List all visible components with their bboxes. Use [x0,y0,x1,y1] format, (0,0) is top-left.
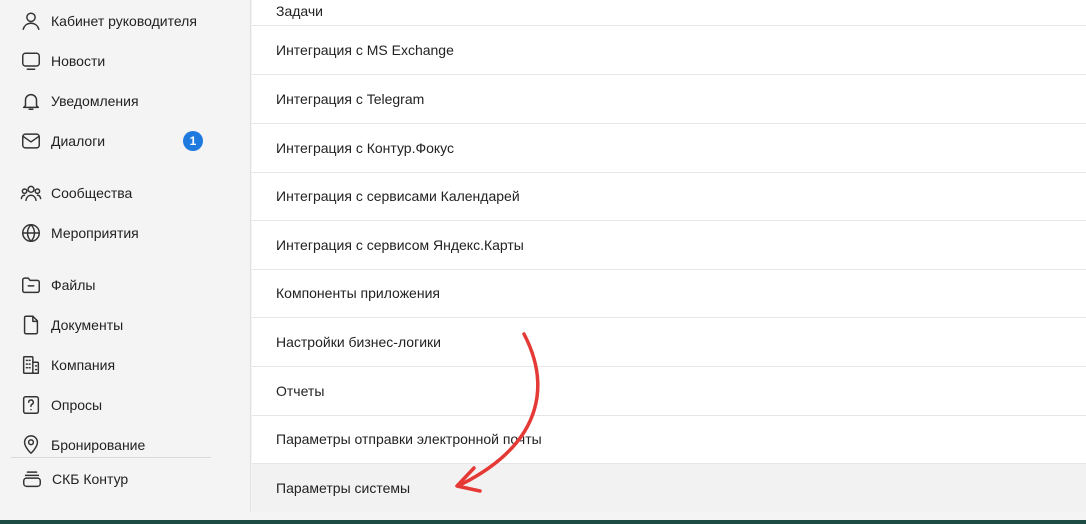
sidebar-item-dialogs[interactable]: Диалоги 1 [19,127,239,155]
bell-icon [19,89,43,113]
settings-row-label: Параметры системы [276,480,411,496]
settings-row-app-components[interactable]: Компоненты приложения [252,269,1086,318]
sidebar-item-booking[interactable]: Бронирование [19,431,239,459]
settings-row-ms-exchange[interactable]: Интеграция с MS Exchange [252,26,1086,75]
settings-row-label: Настройки бизнес-логики [276,334,441,350]
settings-row-tasks[interactable]: Задачи [252,0,1086,26]
settings-row-yandex-maps[interactable]: Интеграция с сервисом Яндекс.Карты [252,221,1086,270]
settings-row-label: Отчеты [276,383,325,399]
document-icon [19,313,43,337]
sidebar-item-label: Диалоги [51,133,106,149]
settings-row-label: Интеграция с Telegram [276,91,425,107]
sidebar-item-files[interactable]: Файлы [19,271,239,299]
monitor-icon [19,49,43,73]
sidebar-item-label: Кабинет руководителя [51,13,197,29]
sidebar-item-label: Опросы [51,397,103,413]
sidebar-item-label: Новости [51,53,106,69]
settings-row-label: Задачи [276,3,324,19]
envelope-icon [19,129,43,153]
building-icon [19,353,43,377]
sidebar-item-news[interactable]: Новости [19,47,239,75]
taskbar-strip [0,520,1086,524]
sidebar-item-label: Компания [51,357,116,373]
sidebar-item-notifications[interactable]: Уведомления [19,87,239,115]
folder-icon [19,273,43,297]
settings-list: Задачи Интеграция с MS Exchange Интеграц… [252,0,1086,513]
bottom-gap [0,512,1086,520]
settings-row-kontur-focus[interactable]: Интеграция с Контур.Фокус [252,124,1086,173]
location-pin-icon [19,433,43,457]
settings-row-email-params[interactable]: Параметры отправки электронной почты [252,415,1086,464]
sidebar-item-label: Документы [51,317,124,333]
settings-row-calendars[interactable]: Интеграция с сервисами Календарей [252,172,1086,221]
unread-badge: 1 [183,131,203,151]
sidebar-item-communities[interactable]: Сообщества [19,179,239,207]
question-icon [19,393,43,417]
people-icon [19,181,43,205]
settings-row-label: Интеграция с сервисами Календарей [276,188,520,204]
sidebar-item-label: Уведомления [51,93,139,109]
sidebar-item-label: Бронирование [51,437,146,453]
settings-row-telegram[interactable]: Интеграция с Telegram [252,75,1086,124]
sidebar-item-events[interactable]: Мероприятия [19,219,239,247]
sidebar-item-skb-kontur[interactable]: СКБ Контур [20,465,240,493]
settings-row-label: Компоненты приложения [276,285,440,301]
sidebar-item-polls[interactable]: Опросы [19,391,239,419]
globe-icon [19,221,43,245]
sidebar-item-company[interactable]: Компания [19,351,239,379]
sidebar-item-manager-cabinet[interactable]: Кабинет руководителя [19,7,239,35]
settings-row-label: Интеграция с Контур.Фокус [276,140,455,156]
sidebar-item-label: Файлы [51,277,96,293]
sidebar: Кабинет руководителя Новости Уведомления… [0,0,251,521]
settings-row-label: Интеграция с MS Exchange [276,42,454,58]
settings-row-label: Интеграция с сервисом Яндекс.Карты [276,237,524,253]
sidebar-item-label: Сообщества [51,185,133,201]
sidebar-item-label: СКБ Контур [52,471,129,487]
user-icon [19,9,43,33]
stack-icon [20,467,44,491]
sidebar-item-label: Мероприятия [51,225,139,241]
settings-row-label: Параметры отправки электронной почты [276,431,542,447]
sidebar-item-documents[interactable]: Документы [19,311,239,339]
settings-row-system-params[interactable]: Параметры системы [252,464,1086,513]
sidebar-divider [11,457,211,458]
settings-row-business-logic[interactable]: Настройки бизнес-логики [252,318,1086,367]
settings-row-reports[interactable]: Отчеты [252,367,1086,416]
